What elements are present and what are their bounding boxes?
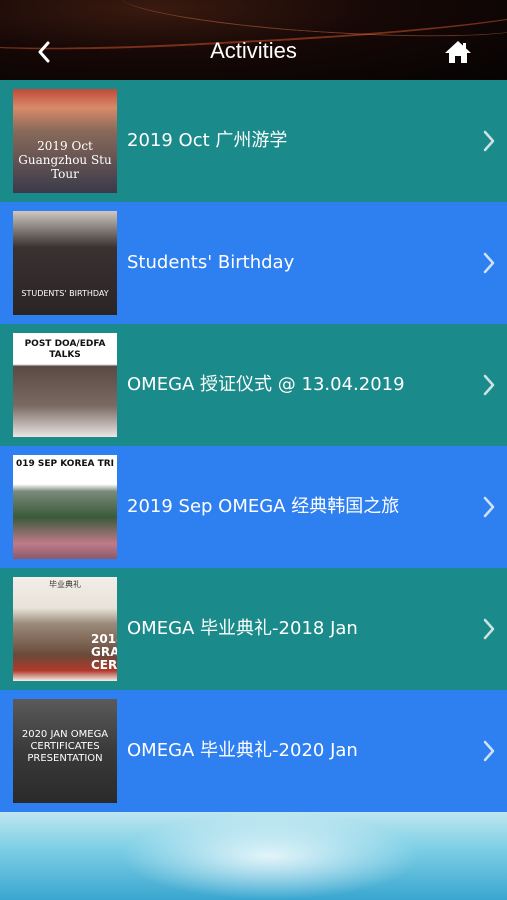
chevron-right-icon	[483, 618, 495, 640]
activity-title: OMEGA 授证仪式 @ 13.04.2019	[127, 374, 405, 395]
list-item[interactable]: STUDENTS' BIRTHDAY Students' Birthday	[0, 202, 507, 324]
background-glow	[120, 812, 420, 900]
activity-thumbnail: 2020 JAN OMEGA CERTIFICATES PRESENTATION	[13, 699, 117, 803]
chevron-right-icon	[483, 130, 495, 152]
thumb-caption: 毕业典礼	[49, 580, 81, 589]
list-item[interactable]: 2020 JAN OMEGA CERTIFICATES PRESENTATION…	[0, 690, 507, 812]
activity-thumbnail: POST DOA/EDFA TALKS	[13, 333, 117, 437]
activity-thumbnail: STUDENTS' BIRTHDAY	[13, 211, 117, 315]
thumb-caption: PRESENTATION	[27, 753, 103, 764]
activity-thumbnail: 019 SEP KOREA TRI	[13, 455, 117, 559]
home-button[interactable]	[440, 36, 476, 68]
thumb-caption: 2020 JAN OMEGA	[21, 729, 109, 740]
activity-title: OMEGA 毕业典礼-2018 Jan	[127, 618, 358, 639]
thumb-caption: TALKS	[49, 350, 81, 360]
activity-thumbnail: 2019 Oct Guangzhou Stu Tour	[13, 89, 117, 193]
chevron-right-icon	[483, 496, 495, 518]
list-item[interactable]: POST DOA/EDFA TALKS OMEGA 授证仪式 @ 13.04.2…	[0, 324, 507, 446]
activity-title: Students' Birthday	[127, 252, 295, 273]
activity-thumbnail: 毕业典礼 2018 GRA CERE	[13, 577, 117, 681]
thumb-caption: Guangzhou Stu	[18, 153, 112, 167]
chevron-right-icon	[483, 740, 495, 762]
thumb-caption: POST DOA/EDFA	[24, 339, 106, 349]
chevron-right-icon	[483, 252, 495, 274]
chevron-right-icon	[483, 374, 495, 396]
activity-title: 2019 Sep OMEGA 经典韩国之旅	[127, 496, 400, 517]
activity-title: OMEGA 毕业典礼-2020 Jan	[127, 740, 358, 761]
list-item[interactable]: 毕业典礼 2018 GRA CERE OMEGA 毕业典礼-2018 Jan	[0, 568, 507, 690]
background-image	[0, 812, 507, 900]
page-title: Activities	[210, 38, 297, 63]
thumb-caption: CERTIFICATES	[30, 741, 100, 752]
activity-title: 2019 Oct 广州游学	[127, 130, 288, 151]
app-header: Activities	[0, 0, 507, 80]
thumb-caption: Tour	[51, 167, 79, 181]
list-item[interactable]: 2019 Oct Guangzhou Stu Tour 2019 Oct 广州游…	[0, 80, 507, 202]
thumb-caption: 019 SEP KOREA TRI	[15, 459, 115, 469]
thumb-caption: STUDENTS' BIRTHDAY	[21, 289, 109, 298]
home-icon	[445, 41, 471, 63]
list-item[interactable]: 019 SEP KOREA TRI 2019 Sep OMEGA 经典韩国之旅	[0, 446, 507, 568]
thumb-caption: 2019 Oct	[37, 139, 93, 153]
thumb-caption: CERE	[91, 658, 117, 672]
activities-list: 2019 Oct Guangzhou Stu Tour 2019 Oct 广州游…	[0, 80, 507, 812]
